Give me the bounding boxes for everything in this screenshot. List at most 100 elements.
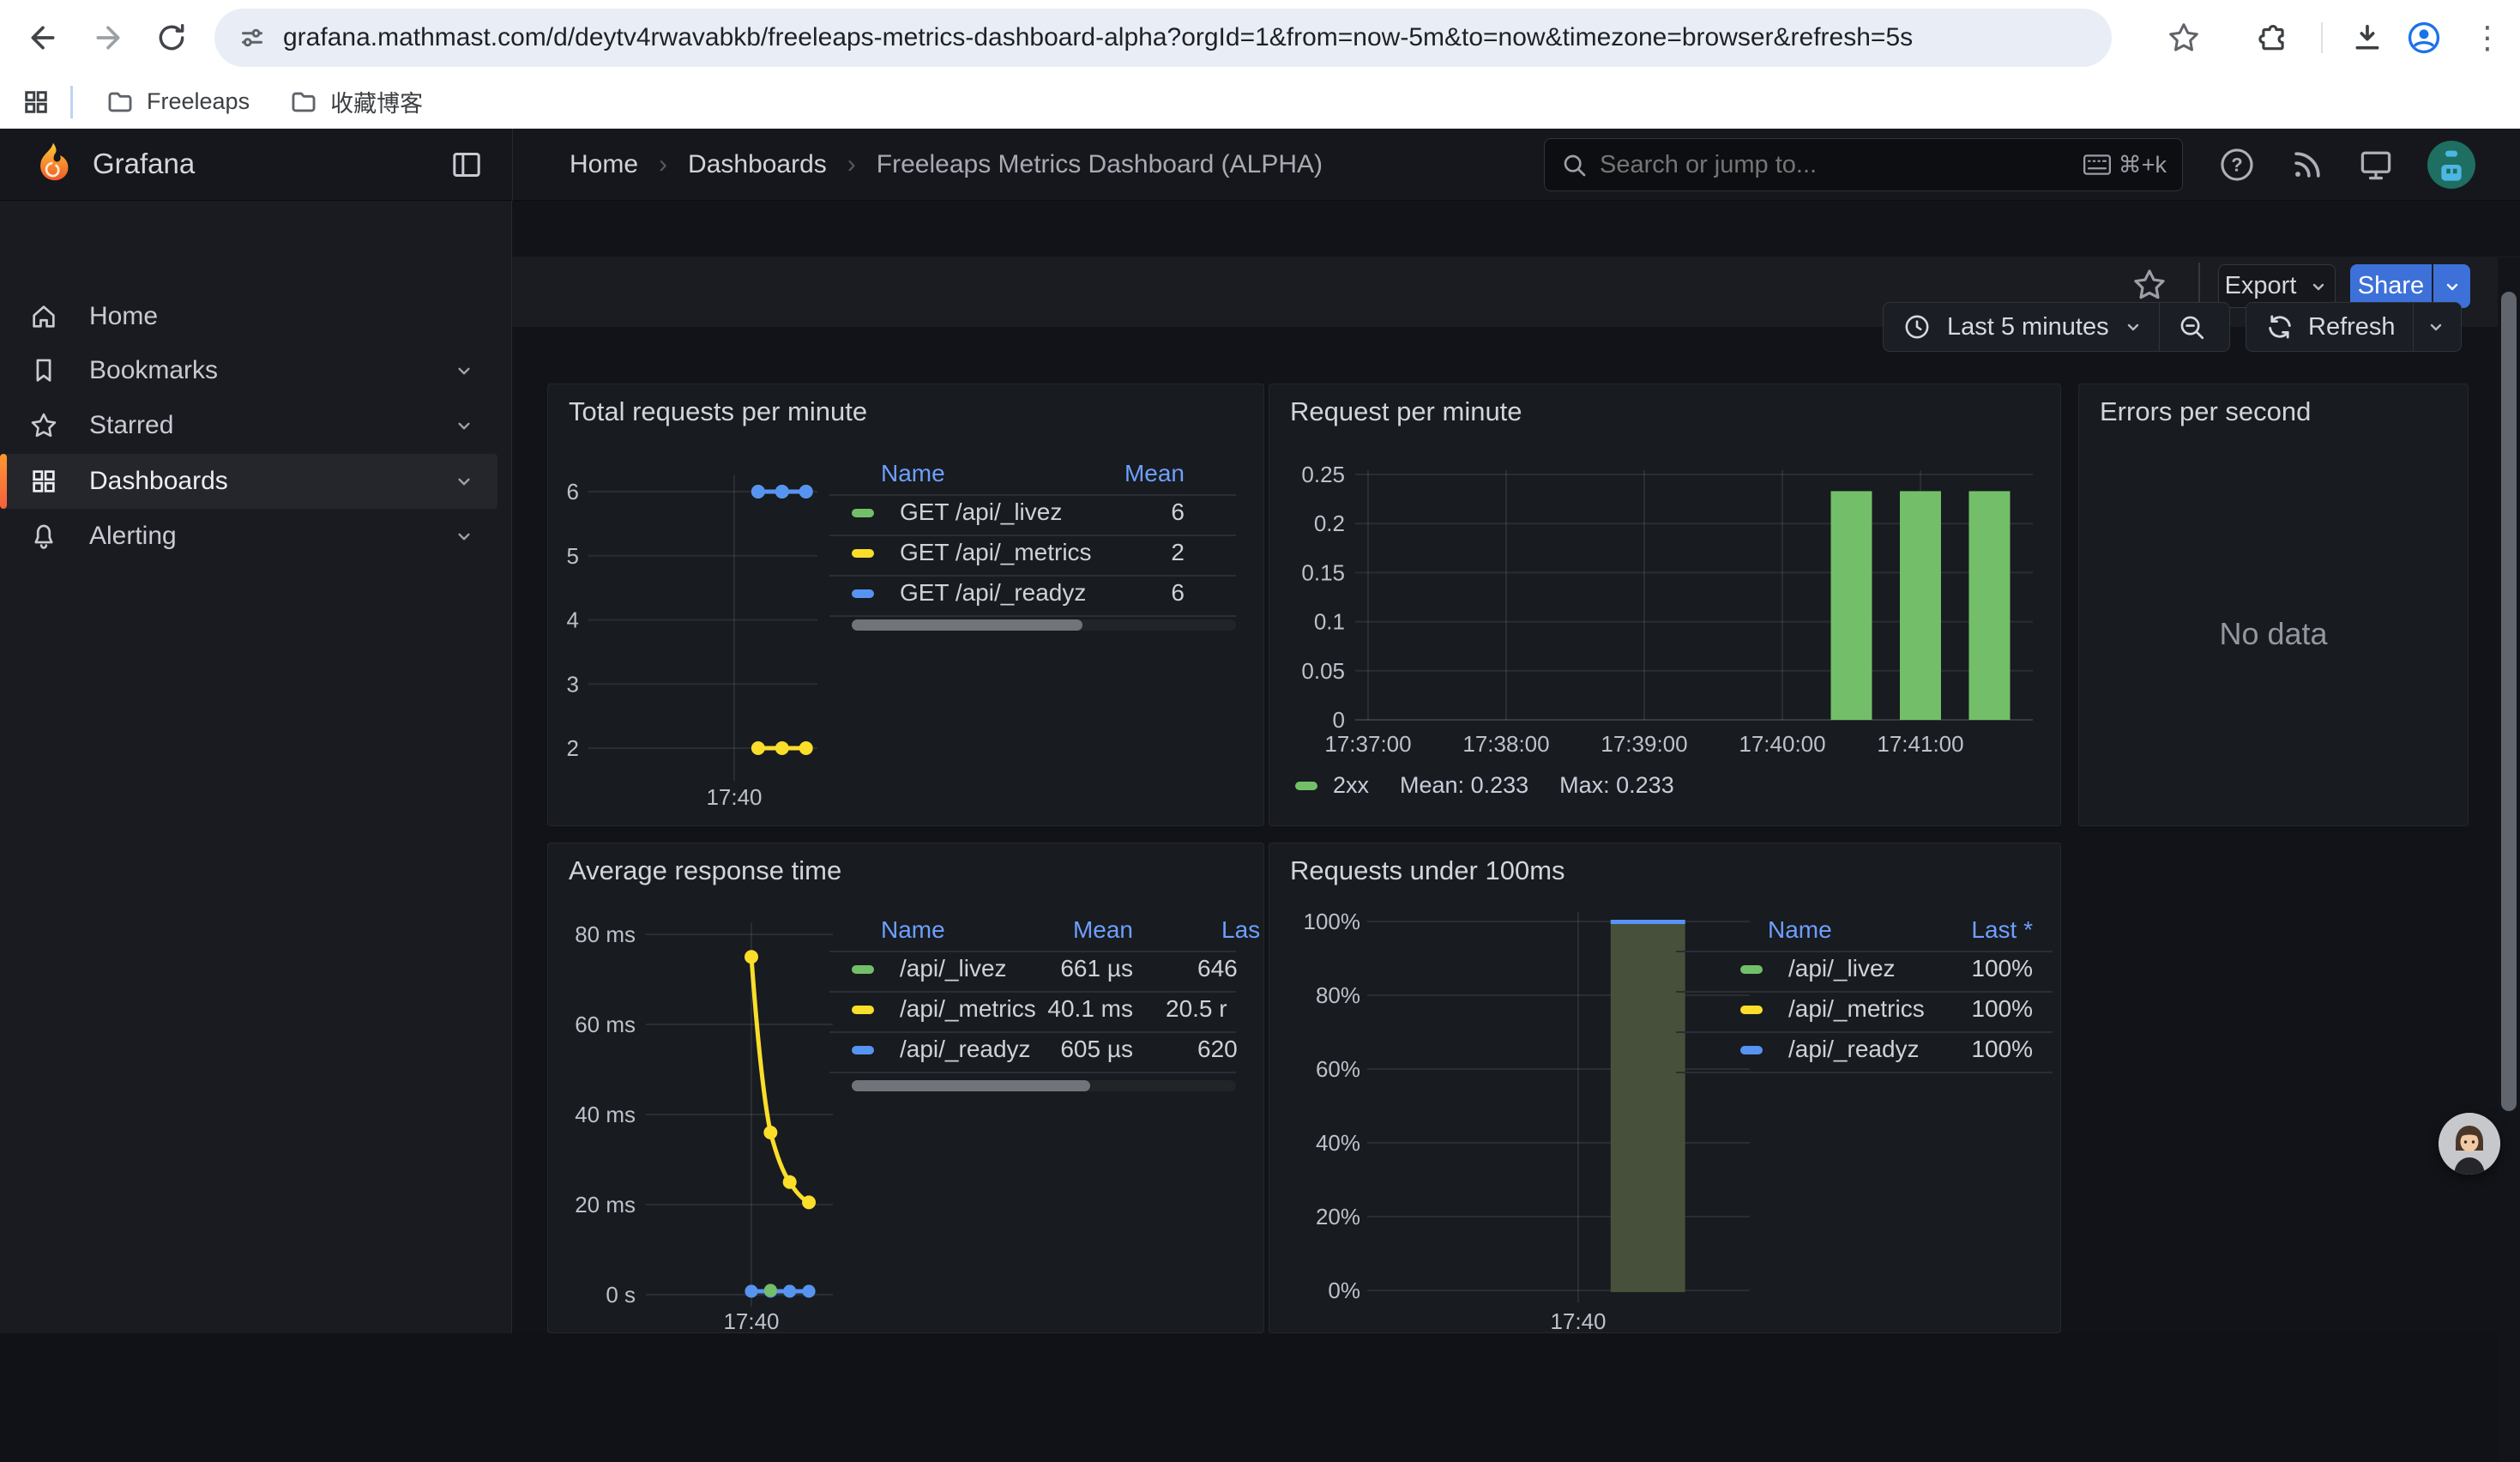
- apps-grid-icon: [21, 87, 51, 118]
- table-header-name[interactable]: Name: [881, 916, 945, 944]
- chevron-down-icon[interactable]: [453, 470, 475, 492]
- refresh-interval-button[interactable]: [2414, 317, 2458, 337]
- sidebar-toggle-button[interactable]: [449, 148, 484, 182]
- puzzle-icon: [2257, 21, 2289, 54]
- legend-row-value: 100%: [1870, 995, 2033, 1023]
- display-button[interactable]: [2357, 146, 2395, 184]
- svg-text:60%: 60%: [1316, 1056, 1360, 1082]
- chevron-down-icon: [2442, 276, 2463, 297]
- kebab-icon: ⋮: [2472, 20, 2503, 56]
- header-divider: [512, 129, 513, 201]
- news-button[interactable]: [2288, 146, 2326, 184]
- svg-text:4: 4: [567, 607, 579, 633]
- table-header-last[interactable]: Last *: [1870, 916, 2033, 944]
- svg-text:20 ms: 20 ms: [575, 1192, 636, 1217]
- grafana-flame-icon: [27, 140, 77, 190]
- url-input[interactable]: [283, 23, 1913, 52]
- legend-row-name[interactable]: GET /api/_readyz: [900, 579, 1086, 607]
- search-input[interactable]: [1600, 151, 2071, 179]
- chevron-down-icon: [2426, 317, 2446, 337]
- svg-text:60 ms: 60 ms: [575, 1012, 636, 1037]
- bookmark-label: 收藏博客: [330, 85, 423, 118]
- table-header-las[interactable]: Las: [1221, 916, 1260, 944]
- legend-row-value: 620: [1197, 1036, 1238, 1063]
- breadcrumb-dashboards[interactable]: Dashboards: [688, 150, 827, 179]
- downloads-button[interactable]: [2343, 14, 2391, 62]
- grafana-logo[interactable]: [27, 140, 77, 190]
- profile-button[interactable]: [2400, 14, 2448, 62]
- table-hscrollbar-thumb[interactable]: [852, 619, 1082, 631]
- assistant-avatar-button[interactable]: [2439, 1113, 2500, 1175]
- home-icon: [29, 302, 58, 331]
- bookmark-folder-blogs[interactable]: 收藏博客: [275, 78, 437, 125]
- legend-row-value: 6: [1063, 498, 1185, 526]
- bookmark-star-button[interactable]: [2160, 14, 2208, 62]
- table-header-name[interactable]: Name: [881, 460, 945, 487]
- sidebar-item-dashboards[interactable]: Dashboards: [0, 454, 497, 509]
- chevron-down-icon[interactable]: [453, 525, 475, 547]
- favorite-dashboard-button[interactable]: [2131, 267, 2167, 303]
- time-range-picker[interactable]: Last 5 minutes: [1883, 302, 2230, 352]
- legend-row-name[interactable]: GET /api/_livez: [900, 498, 1062, 526]
- star-icon: [2167, 21, 2201, 55]
- panel-requests-under-100ms: Requests under 100ms 100%80%60%40%20%0%1…: [1269, 843, 2061, 1333]
- chevron-down-icon[interactable]: [453, 414, 475, 437]
- browser-forward-button[interactable]: [84, 14, 132, 62]
- panel-title[interactable]: Errors per second: [2100, 396, 2311, 427]
- panel-request-per-minute: Request per minute 2xx Mean: 0.233 Max: …: [1269, 384, 2061, 826]
- table-separator: [829, 991, 1236, 993]
- table-separator: [1676, 951, 2053, 952]
- panel-average-response-time: Average response time 80 ms60 ms40 ms20 …: [547, 843, 1264, 1333]
- svg-text:17:38:00: 17:38:00: [1462, 731, 1549, 757]
- legend-row-name[interactable]: /api/_livez: [900, 955, 1007, 982]
- table-header-name[interactable]: Name: [1768, 916, 1832, 944]
- svg-text:0: 0: [1333, 707, 1345, 733]
- extensions-button[interactable]: [2249, 14, 2297, 62]
- legend-row-value: 605 µs: [1011, 1036, 1133, 1063]
- legend-row-value: 100%: [1870, 955, 2033, 982]
- sidebar-item-label: Bookmarks: [89, 356, 218, 385]
- svg-text:17:41:00: 17:41:00: [1877, 731, 1963, 757]
- chart-canvas: 0.250.20.150.10.05017:37:0017:38:0017:39…: [1269, 384, 2061, 826]
- sidebar-item-alerting[interactable]: Alerting: [0, 509, 497, 564]
- browser-menu-button[interactable]: ⋮: [2463, 14, 2511, 62]
- browser-reload-button[interactable]: [148, 14, 196, 62]
- breadcrumb-home[interactable]: Home: [570, 150, 638, 179]
- series-color-dash: [852, 1046, 874, 1054]
- bookmark-folder-freeleaps[interactable]: Freeleaps: [92, 81, 263, 124]
- refresh-control[interactable]: Refresh: [2246, 302, 2462, 352]
- folder-icon: [289, 88, 318, 117]
- zoom-out-button[interactable]: [2160, 312, 2223, 341]
- table-hscrollbar-thumb[interactable]: [852, 1080, 1090, 1091]
- legend-row-value: 646: [1197, 955, 1238, 982]
- forward-arrow-icon: [91, 21, 125, 55]
- chevron-down-icon[interactable]: [453, 359, 475, 382]
- sidebar-item-starred[interactable]: Starred: [0, 398, 497, 453]
- zoom-out-icon: [2177, 312, 2206, 341]
- series-color-dash: [852, 549, 874, 558]
- chevron-down-icon: [2123, 317, 2143, 337]
- sidebar-nav: Home Bookmarks Starred Dashboards Alerti…: [0, 201, 512, 1333]
- site-settings-icon[interactable]: [237, 22, 268, 53]
- search-box[interactable]: ⌘+k: [1544, 138, 2183, 191]
- svg-text:17:40: 17:40: [723, 1308, 779, 1333]
- sidebar-item-bookmarks[interactable]: Bookmarks: [0, 343, 497, 398]
- apps-button[interactable]: [21, 87, 51, 118]
- time-range-label: Last 5 minutes: [1947, 313, 2109, 341]
- svg-text:0.05: 0.05: [1301, 658, 1345, 684]
- table-separator: [829, 1031, 1236, 1033]
- table-header-mean[interactable]: Mean: [1011, 916, 1133, 944]
- reload-icon: [155, 21, 188, 54]
- browser-back-button[interactable]: [19, 14, 67, 62]
- svg-text:17:39:00: 17:39:00: [1601, 731, 1687, 757]
- user-avatar[interactable]: [2427, 141, 2475, 189]
- search-shortcut: ⌘+k: [2083, 152, 2167, 178]
- clock-icon: [1902, 312, 1932, 341]
- help-button[interactable]: ?: [2218, 146, 2256, 184]
- avatar-figure-icon: [2427, 141, 2475, 189]
- page-scrollbar-thumb[interactable]: [2501, 292, 2517, 1111]
- address-bar[interactable]: [214, 9, 2112, 67]
- table-header-mean[interactable]: Mean: [1063, 460, 1185, 487]
- svg-text:0.25: 0.25: [1301, 462, 1345, 487]
- sidebar-item-home[interactable]: Home: [0, 289, 497, 344]
